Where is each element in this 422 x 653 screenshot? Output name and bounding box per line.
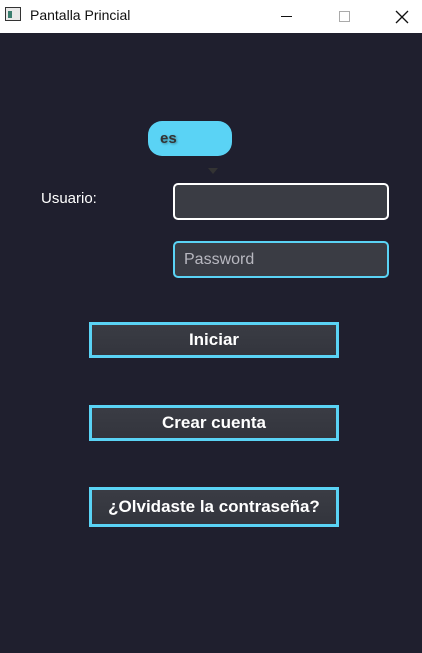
username-label: Usuario: — [41, 190, 97, 207]
username-input[interactable] — [173, 183, 389, 220]
minimize-icon — [280, 16, 292, 17]
app-icon — [5, 7, 21, 21]
chevron-down-icon[interactable] — [208, 168, 218, 174]
password-input[interactable] — [173, 241, 389, 278]
title-bar: Pantalla Princial — [0, 0, 422, 33]
close-icon — [395, 10, 409, 23]
main-panel: es Usuario: Iniciar Crear cuenta ¿Olvida… — [0, 33, 422, 653]
minimize-button[interactable] — [263, 0, 309, 33]
forgot-password-button[interactable]: ¿Olvidaste la contraseña? — [89, 487, 339, 527]
create-account-button[interactable]: Crear cuenta — [89, 405, 339, 441]
maximize-button[interactable] — [321, 0, 367, 33]
maximize-icon — [338, 11, 350, 22]
login-button[interactable]: Iniciar — [89, 322, 339, 358]
window-title: Pantalla Princial — [30, 7, 131, 23]
language-select[interactable]: es — [148, 121, 232, 156]
close-button[interactable] — [379, 0, 422, 33]
language-value: es — [160, 130, 177, 147]
